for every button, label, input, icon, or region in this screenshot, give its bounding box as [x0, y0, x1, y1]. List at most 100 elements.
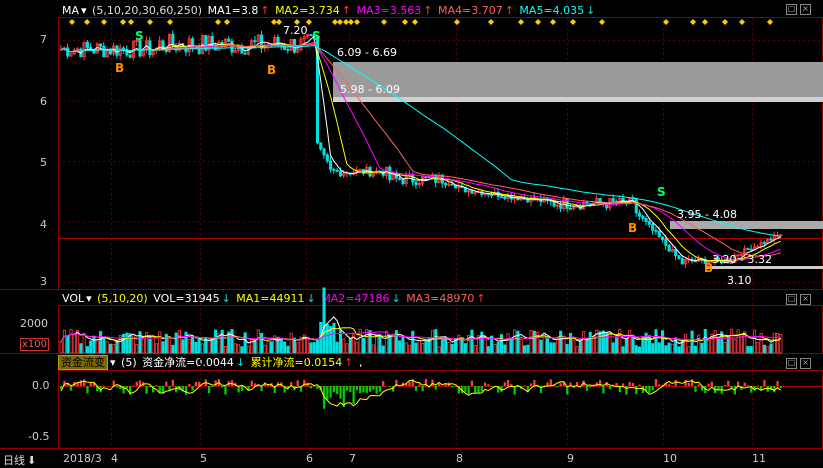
flow-bar — [316, 386, 319, 389]
flow-bar — [349, 386, 352, 392]
buy-signal-marker: B — [628, 221, 637, 235]
volume-bar — [670, 343, 674, 354]
volume-bar — [210, 338, 214, 354]
flow-bar — [746, 385, 750, 386]
flow-bar — [658, 384, 661, 386]
volume-bar — [667, 342, 671, 354]
volume-bar — [700, 342, 704, 354]
flow-bar — [224, 386, 227, 395]
flow-bar — [776, 380, 779, 386]
candle-body — [674, 249, 678, 257]
candle-body — [99, 43, 103, 47]
flow-bar — [654, 379, 658, 386]
volume-bar — [230, 329, 234, 354]
event-diamond-icon — [454, 19, 460, 25]
zone-box — [705, 266, 823, 269]
volume-bar — [513, 329, 517, 354]
volume-bar — [207, 339, 211, 354]
volume-bar — [483, 335, 487, 354]
volume-bar — [371, 344, 375, 354]
event-diamond-icon — [702, 19, 708, 25]
event-diamond-icon — [215, 19, 221, 25]
event-diamond-icon — [276, 19, 282, 25]
zone-box — [333, 62, 823, 98]
volume-bar — [634, 345, 638, 354]
volume-bar — [516, 330, 520, 354]
flow-bar — [211, 386, 214, 388]
volume-bar — [532, 330, 536, 354]
volume-bar — [138, 331, 142, 354]
volume-bar — [776, 333, 780, 354]
flow-bar — [359, 386, 362, 394]
flow-bar — [309, 386, 313, 389]
volume-bar — [128, 333, 132, 354]
flow-bar — [628, 382, 631, 386]
volume-bar — [651, 343, 655, 354]
event-diamond-icon — [69, 19, 75, 25]
flow-bar — [566, 386, 569, 395]
flow-bar — [690, 379, 694, 386]
volume-bar — [486, 346, 490, 354]
volume-bar — [141, 337, 145, 354]
stock-chart-canvas[interactable]: B BBBS SS 7.20 6.09 - 6.69 5.98 - 6.09 3.9… — [0, 0, 823, 468]
flow-bar — [382, 381, 385, 386]
event-diamond-icon — [120, 19, 126, 25]
event-diamond-icon — [167, 19, 173, 25]
candle-body — [661, 236, 665, 240]
candle-body — [286, 49, 290, 51]
flow-bar — [559, 383, 562, 386]
candle-body — [230, 40, 234, 53]
flow-bar — [727, 380, 730, 386]
volume-bar — [591, 336, 596, 354]
volume-bar — [568, 333, 573, 354]
volume-bar — [470, 329, 474, 354]
top-event-markers — [69, 19, 773, 25]
event-diamond-icon — [570, 19, 576, 25]
candle-body — [322, 148, 326, 156]
volume-bar — [345, 343, 349, 354]
event-diamond-icon — [337, 19, 343, 25]
candle-body — [66, 47, 70, 57]
volume-bar — [154, 343, 158, 354]
event-diamond-icon — [690, 19, 696, 25]
candle-body — [638, 212, 642, 217]
flow-bar — [69, 386, 73, 391]
flow-bar — [362, 386, 365, 393]
volume-bar — [697, 334, 701, 354]
event-diamond-icon — [599, 19, 605, 25]
flow-bar — [697, 384, 700, 386]
flow-bar — [148, 386, 152, 388]
flow-bar — [83, 379, 86, 386]
candle-body — [634, 198, 638, 214]
volume-bar — [539, 339, 543, 354]
volume-bar — [736, 329, 740, 354]
flow-bar — [414, 386, 418, 391]
volume-bar — [444, 336, 448, 354]
flow-bar — [779, 386, 782, 388]
zone-label: 5.98 - 6.09 — [340, 83, 400, 96]
volume-bar — [62, 329, 66, 354]
event-diamond-icon — [348, 19, 354, 25]
flow-bar — [707, 383, 710, 386]
flow-bar — [651, 386, 654, 391]
flow-bar — [510, 384, 513, 386]
volume-bar — [342, 338, 346, 354]
volume-bar — [355, 341, 359, 354]
volume-bar — [440, 339, 444, 354]
event-diamond-icon — [739, 19, 745, 25]
event-diamond-icon — [101, 19, 107, 25]
zone-box — [333, 97, 823, 102]
volume-bar — [59, 341, 63, 354]
volume-bar — [125, 332, 129, 354]
event-diamond-icon — [147, 19, 153, 25]
volume-bar — [437, 346, 441, 354]
volume-bar — [690, 330, 694, 354]
buy-signal-marker: B — [115, 61, 124, 75]
flow-bar — [549, 379, 552, 386]
volume-bar — [565, 344, 569, 354]
event-diamond-icon — [402, 19, 408, 25]
flow-bar — [188, 383, 191, 386]
volume-bar — [158, 331, 162, 354]
volume-bar — [588, 331, 592, 354]
volume-bar — [407, 344, 412, 354]
